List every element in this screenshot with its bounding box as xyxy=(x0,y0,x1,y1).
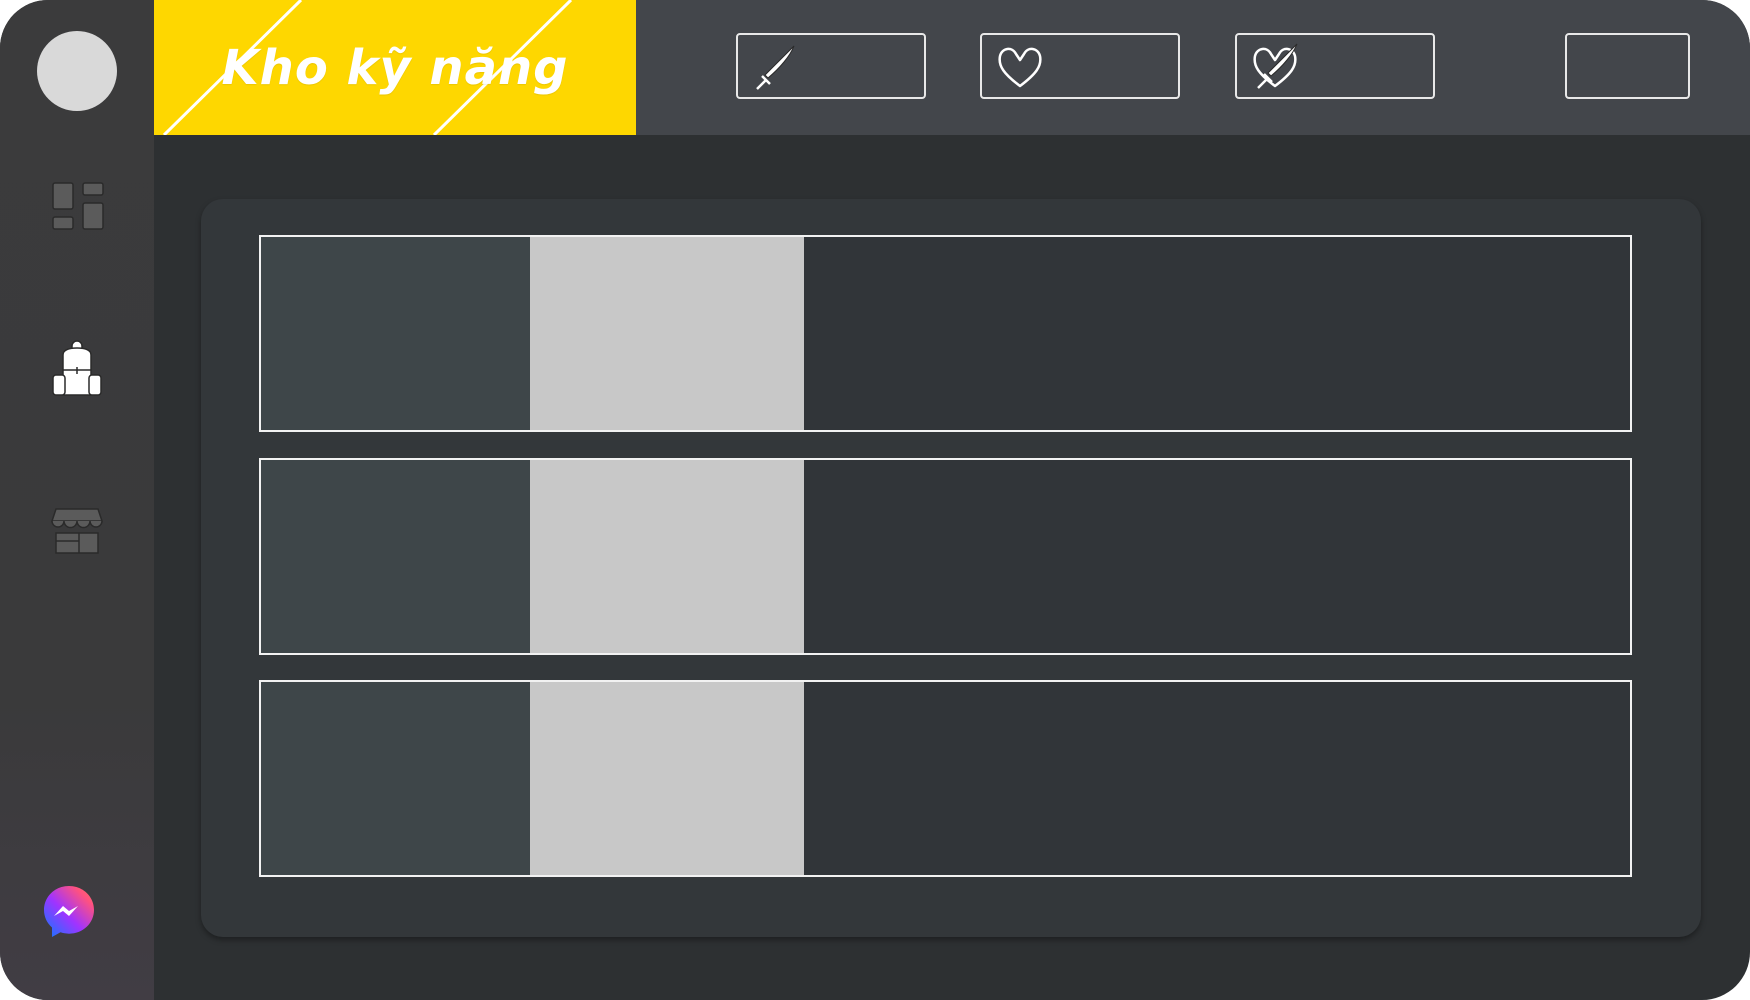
skill-thumbnail xyxy=(530,682,804,875)
sidebar-item-dashboard[interactable] xyxy=(45,175,109,239)
skill-thumbnail xyxy=(530,460,804,653)
skill-icon-slot xyxy=(261,682,530,875)
skill-card[interactable] xyxy=(259,235,1632,432)
skill-icon-slot xyxy=(261,460,530,653)
lifesteal-stat xyxy=(1235,33,1435,99)
skill-card[interactable] xyxy=(259,458,1632,655)
sword-icon xyxy=(750,40,802,92)
skill-info xyxy=(804,682,1630,875)
skill-info xyxy=(804,460,1630,653)
sidebar-item-shop[interactable] xyxy=(45,495,109,559)
skill-thumbnail xyxy=(530,237,804,430)
top-bar: Kho kỹ năng xyxy=(154,0,1750,135)
skill-icon-slot xyxy=(261,237,530,430)
attack-stat xyxy=(736,33,926,99)
page-title: Kho kỹ năng xyxy=(221,39,569,96)
skill-card[interactable] xyxy=(259,680,1632,877)
sidebar xyxy=(0,0,154,1000)
sidebar-item-backpack[interactable] xyxy=(45,335,109,399)
app-window: Kho kỹ năng xyxy=(0,0,1750,1000)
heart-sword-icon xyxy=(1249,40,1301,92)
currency-stat[interactable] xyxy=(1565,33,1690,99)
skill-info xyxy=(804,237,1630,430)
health-stat xyxy=(980,33,1180,99)
messenger-icon xyxy=(44,886,94,937)
messenger-button[interactable] xyxy=(42,884,96,938)
skills-panel xyxy=(201,199,1701,937)
avatar[interactable] xyxy=(37,31,117,111)
heart-icon xyxy=(994,40,1046,92)
title-banner: Kho kỹ năng xyxy=(154,0,636,135)
shop-icon xyxy=(50,508,104,554)
backpack-icon xyxy=(52,340,102,396)
dashboard-icon xyxy=(52,182,104,230)
